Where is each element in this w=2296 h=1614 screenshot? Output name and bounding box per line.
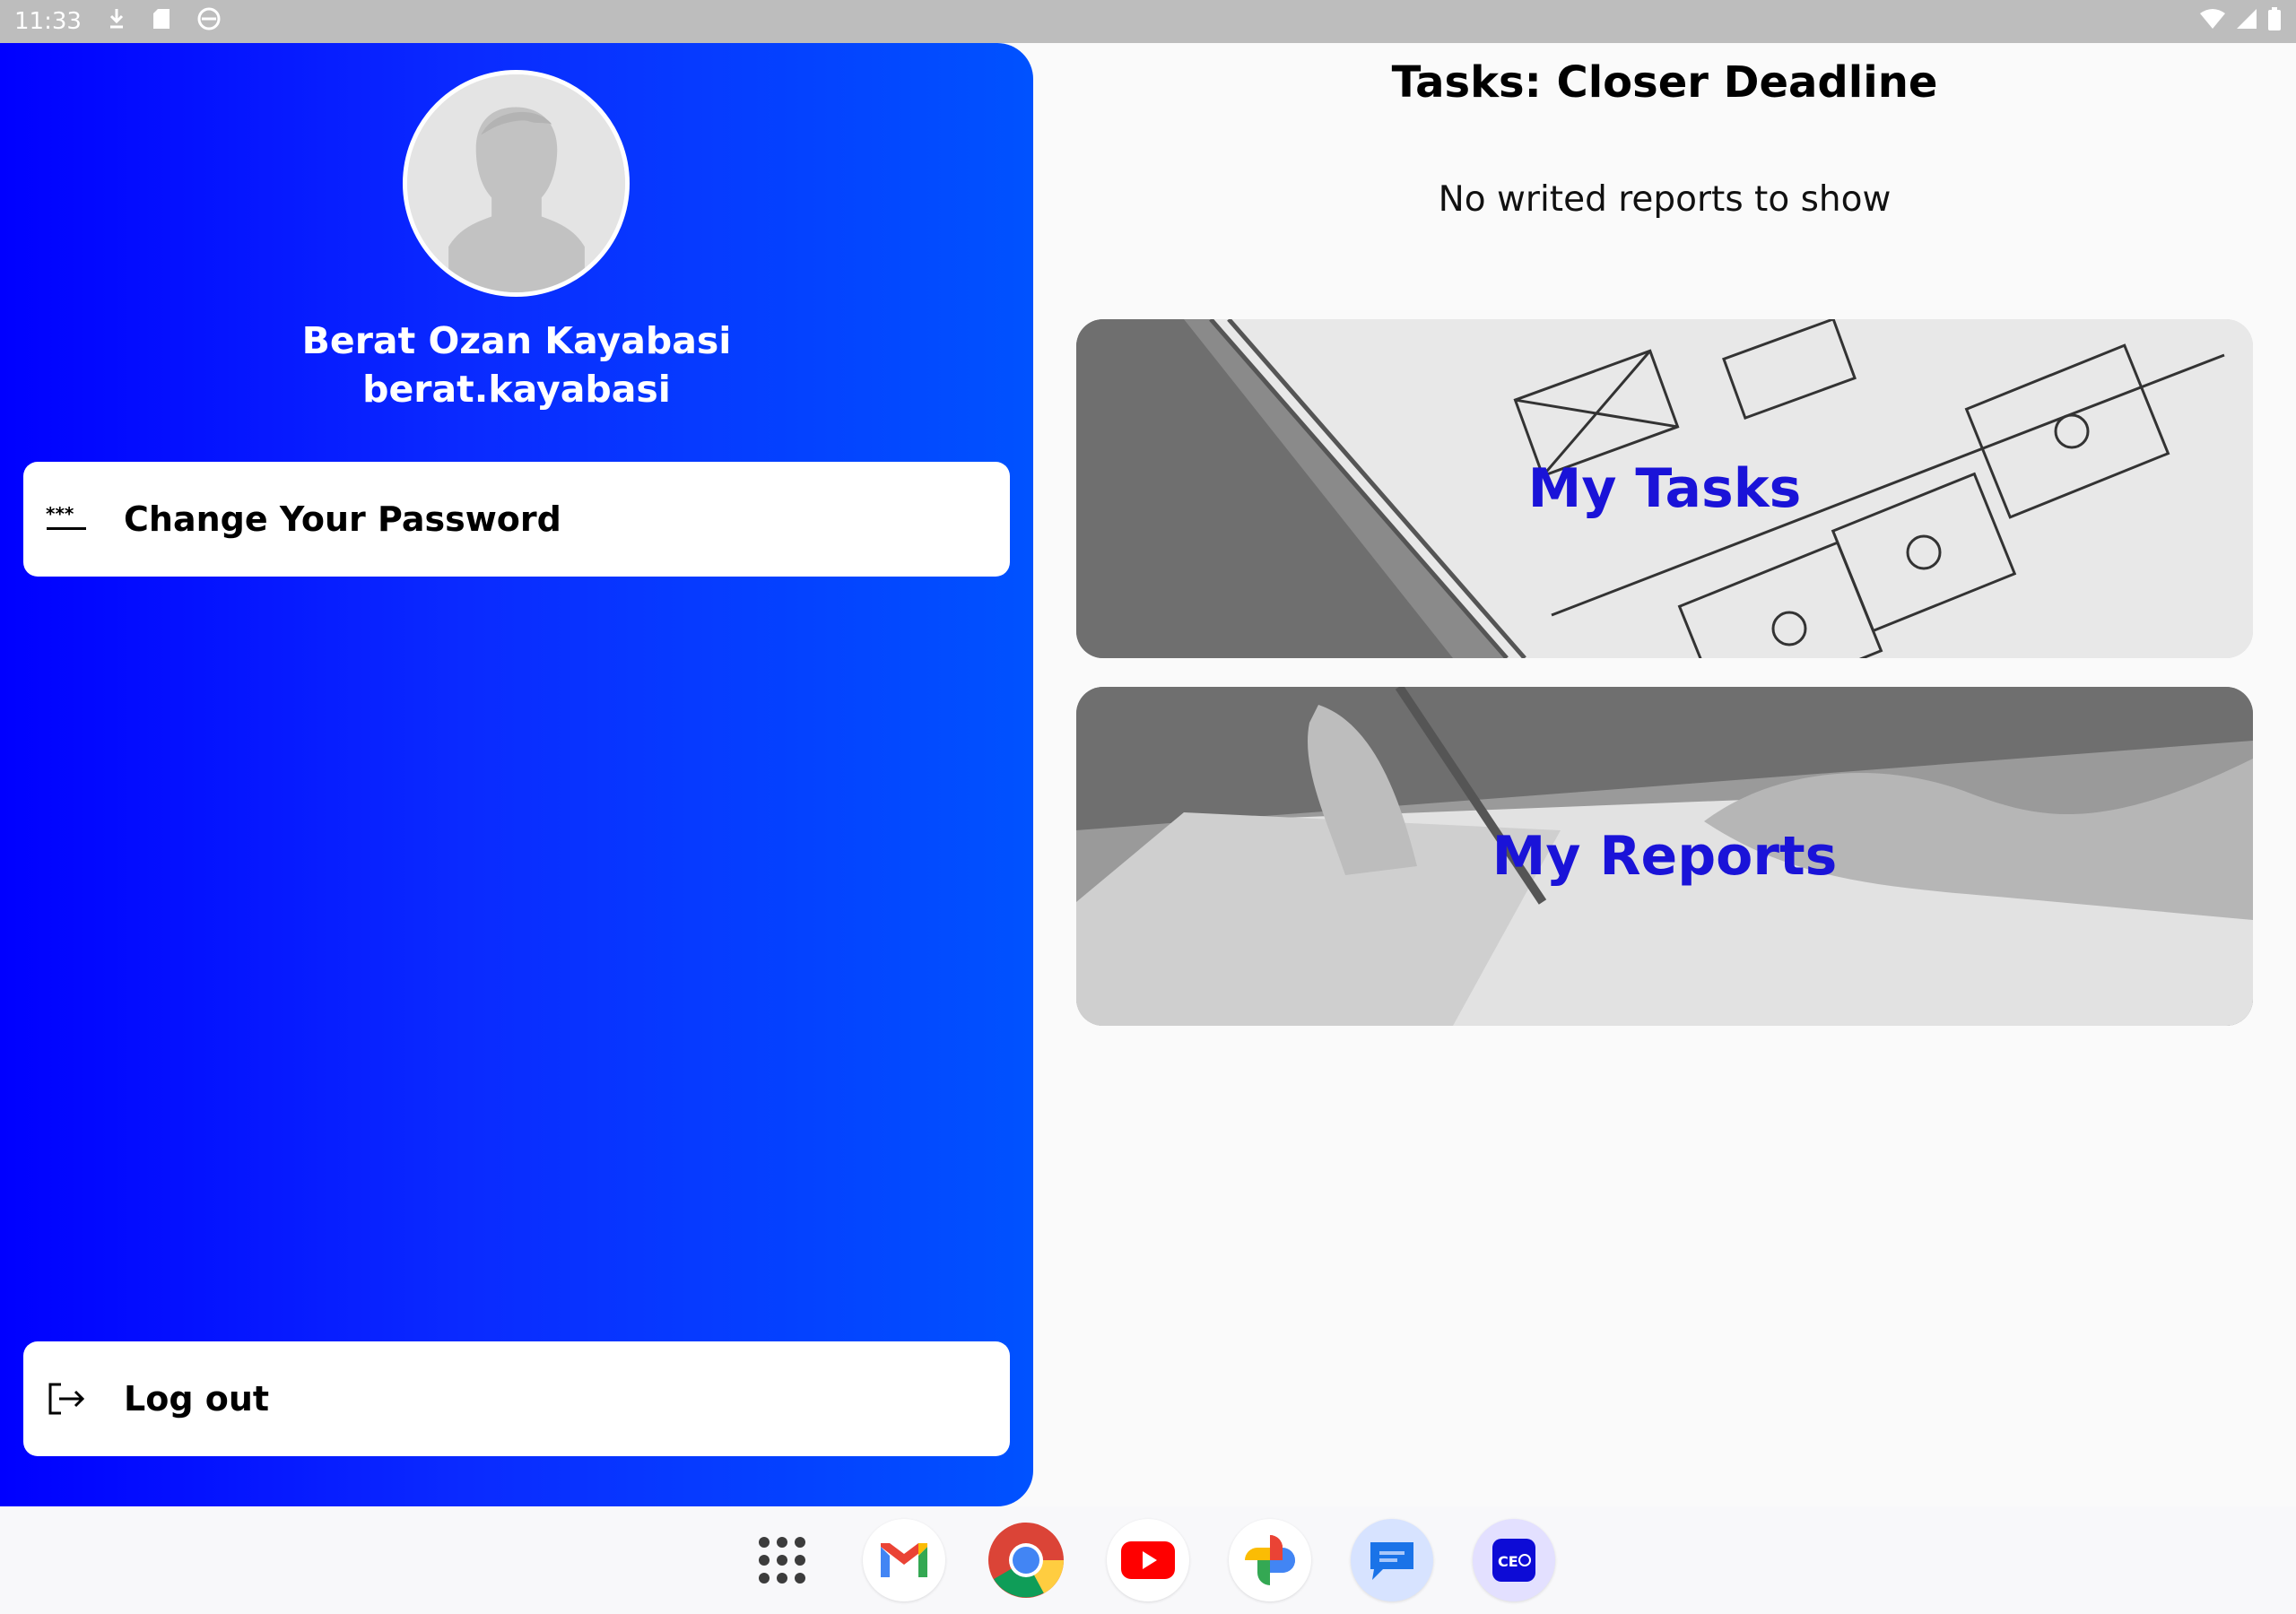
ce-app-icon[interactable]: CE — [1473, 1519, 1555, 1601]
sync-icon — [196, 6, 222, 38]
navigation-drawer: Berat Ozan Kayabasi berat.kayabasi *** C… — [0, 43, 1033, 1506]
page-title: Tasks: Closer Deadline — [1391, 57, 1938, 108]
logout-icon — [39, 1372, 93, 1426]
messages-icon[interactable] — [1351, 1519, 1433, 1601]
battery-icon — [2267, 6, 2282, 37]
gmail-icon[interactable] — [863, 1519, 945, 1601]
sd-card-icon — [152, 7, 171, 37]
change-password-button[interactable]: *** Change Your Password — [23, 462, 1010, 577]
svg-text:CE: CE — [1498, 1553, 1518, 1570]
empty-reports-message: No writed reports to show — [1438, 179, 1892, 220]
youtube-icon[interactable] — [1107, 1519, 1189, 1601]
password-icon: *** — [39, 492, 93, 546]
app-dock: CE — [0, 1506, 2296, 1614]
status-time: 11:33 — [14, 8, 82, 35]
my-tasks-label: My Tasks — [1527, 457, 1802, 520]
logout-button[interactable]: Log out — [23, 1341, 1010, 1456]
app-screen: 11:33 Berat Ozan Kayabasi berat.kayabasi… — [0, 0, 2296, 1614]
change-password-label: Change Your Password — [124, 499, 561, 539]
my-reports-label: My Reports — [1492, 825, 1838, 888]
avatar[interactable] — [403, 70, 630, 297]
download-icon — [107, 7, 126, 37]
status-bar: 11:33 — [0, 0, 2296, 43]
logout-label: Log out — [124, 1379, 270, 1419]
user-username: berat.kayabasi — [362, 368, 671, 411]
cellular-signal-icon — [2235, 8, 2258, 36]
user-full-name: Berat Ozan Kayabasi — [301, 319, 732, 362]
wifi-icon — [2199, 8, 2226, 36]
profile-placeholder-icon — [407, 74, 625, 292]
my-tasks-card[interactable]: My Tasks — [1076, 319, 2253, 658]
my-reports-card[interactable]: My Reports — [1076, 687, 2253, 1026]
app-drawer-icon[interactable] — [741, 1519, 823, 1601]
photos-icon[interactable] — [1229, 1519, 1311, 1601]
chrome-icon[interactable] — [985, 1519, 1067, 1601]
svg-text:***: *** — [46, 506, 74, 525]
